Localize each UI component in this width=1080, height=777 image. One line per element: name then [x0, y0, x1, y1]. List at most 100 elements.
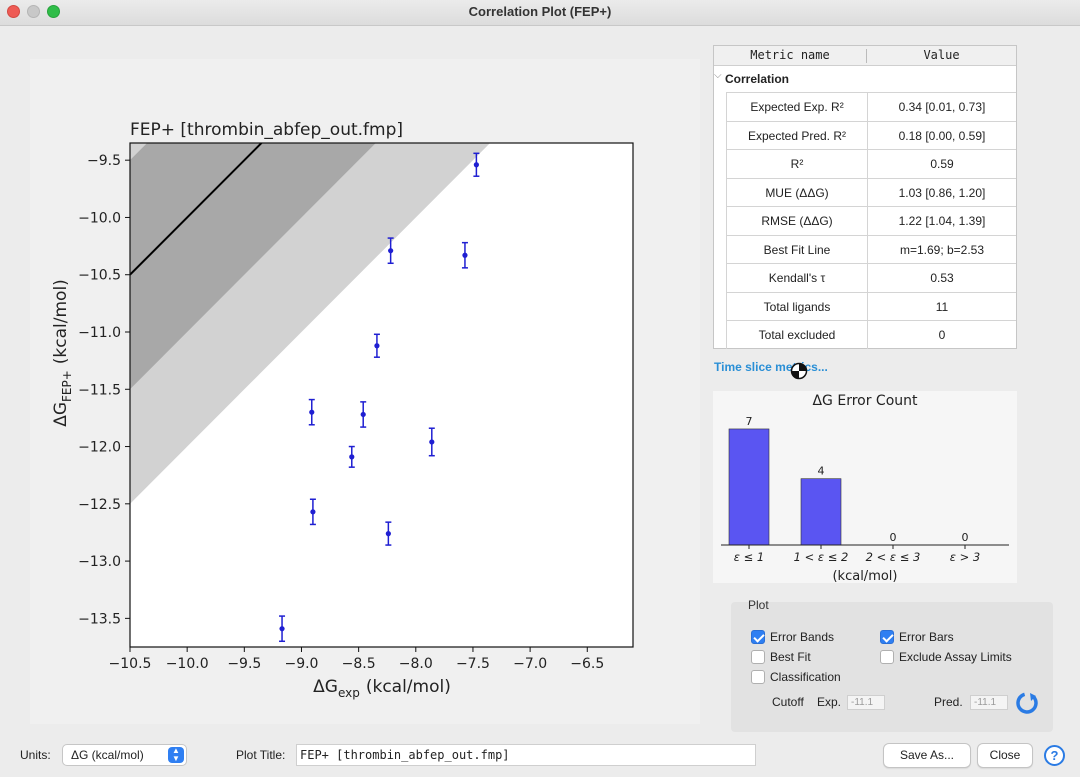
- units-selected-value: ΔG (kcal/mol): [71, 748, 144, 762]
- data-point: [360, 411, 366, 418]
- x-tick-label: −7.0: [513, 656, 547, 672]
- chevron-down-icon[interactable]: ⌵: [714, 70, 722, 81]
- x-tick-label: −10.0: [166, 656, 209, 672]
- x-tick-label: −10.5: [109, 656, 152, 672]
- histogram-bar: [800, 478, 842, 546]
- plot-options-title: Plot: [748, 598, 769, 612]
- error-count-histogram-panel: ΔG Error Count 7 ε ≤ 1 4 1 < ε ≤ 2 0 2 < ε ≤ …: [713, 391, 1017, 584]
- histogram-category-label: 2 < ε ≤ 3: [866, 550, 921, 564]
- data-point: [309, 409, 315, 415]
- data-point: [462, 252, 468, 258]
- metric-row[interactable]: Total ligands 11: [726, 291, 1016, 321]
- metrics-table: Metric name Value ⌵ Correlation Expected…: [713, 45, 1017, 349]
- error-bands-label: Error Bands: [770, 630, 835, 644]
- window-title: Correlation Plot (FEP+): [468, 4, 612, 19]
- column-header-metric-name[interactable]: Metric name: [714, 48, 866, 62]
- select-arrows-icon[interactable]: ▲ ▼: [168, 747, 184, 763]
- histogram-x-label: (kcal/mol): [832, 569, 897, 583]
- checkbox-checked-icon[interactable]: [880, 630, 894, 644]
- correlation-plot-panel: −10.5 −10.0 −9.5 −9.0 −8.5 −8.0 −7.5 −7.0 −6.5 −9…: [30, 59, 700, 724]
- data-point: [349, 454, 355, 460]
- units-label: Units:: [20, 748, 51, 762]
- metric-name-cell: R²: [726, 150, 868, 178]
- metric-row[interactable]: Expected Exp. R² 0.34 [0.01, 0.73]: [726, 92, 1016, 121]
- units-select[interactable]: ΔG (kcal/mol) ▲ ▼: [62, 744, 187, 766]
- metric-row[interactable]: RMSE (ΔΔG) 1.22 [1.04, 1.39]: [726, 206, 1016, 235]
- checkbox-unchecked-icon[interactable]: [751, 650, 765, 664]
- column-header-value[interactable]: Value: [867, 48, 1016, 62]
- metric-name-cell: Expected Exp. R²: [726, 93, 868, 121]
- exclude-assay-limits-label: Exclude Assay Limits: [899, 650, 1012, 664]
- plot-options-group: [731, 602, 1053, 732]
- metric-name-cell: Total excluded: [726, 321, 868, 349]
- cutoff-label: Cutoff: [772, 695, 804, 709]
- metric-name-cell: Total ligands: [726, 292, 868, 321]
- metric-row[interactable]: R² 0.59: [726, 149, 1016, 178]
- cutoff-pred-label: Pred.: [934, 695, 963, 709]
- metrics-group-label: Correlation: [725, 72, 790, 86]
- chart-title: FEP+ [thrombin_abfep_out.fmp]: [130, 120, 403, 140]
- y-tick-label: −13.5: [78, 611, 121, 627]
- histogram-bar-value: 0: [962, 531, 969, 544]
- cutoff-pred-input[interactable]: [970, 695, 1008, 710]
- data-point: [473, 162, 479, 168]
- histogram-category-label: ε > 3: [950, 550, 980, 564]
- correlation-scatter-chart: −10.5 −10.0 −9.5 −9.0 −8.5 −8.0 −7.5 −7.0 −6.5 −9…: [51, 120, 634, 700]
- metric-row[interactable]: MUE (ΔΔG) 1.03 [0.86, 1.20]: [726, 177, 1016, 207]
- metrics-table-header: Metric name Value: [714, 46, 1016, 66]
- x-axis-label: ΔGexp (kcal/mol): [313, 677, 451, 700]
- x-tick-label: −9.5: [227, 656, 261, 672]
- data-point: [374, 343, 380, 349]
- metrics-group-correlation[interactable]: ⌵ Correlation: [714, 68, 1016, 90]
- best-fit-label: Best Fit: [770, 650, 811, 664]
- metric-name-cell: MUE (ΔΔG): [726, 178, 868, 207]
- metric-row[interactable]: Kendall's τ 0.53: [726, 263, 1016, 292]
- x-tick-label: −9.0: [284, 656, 318, 672]
- data-point: [385, 531, 391, 537]
- metric-value-cell: m=1.69; b=2.53: [899, 242, 985, 257]
- metric-row[interactable]: Best Fit Line m=1.69; b=2.53: [726, 234, 1016, 264]
- histogram-title: ΔG Error Count: [812, 393, 918, 409]
- error-count-histogram: ΔG Error Count 7 ε ≤ 1 4 1 < ε ≤ 2 0 2 < ε ≤ …: [721, 393, 1009, 584]
- x-tick-label: −8.0: [399, 656, 433, 672]
- histogram-bar-value: 4: [818, 465, 825, 478]
- histogram-category-label: 1 < ε ≤ 2: [794, 550, 849, 564]
- y-tick-label: −13.0: [78, 554, 121, 570]
- plot-title-input[interactable]: [296, 744, 756, 766]
- metric-name-cell: Kendall's τ: [726, 264, 868, 292]
- checkbox-unchecked-icon[interactable]: [751, 670, 765, 684]
- cutoff-exp-input[interactable]: [847, 695, 885, 710]
- x-tick-label: −8.5: [342, 656, 376, 672]
- y-tick-label: −9.5: [87, 153, 121, 169]
- metric-value-cell: 1.22 [1.04, 1.39]: [898, 214, 986, 228]
- busy-cursor-icon: [790, 362, 808, 380]
- save-as-button[interactable]: Save As...: [883, 743, 971, 768]
- histogram-category-label: ε ≤ 1: [734, 550, 764, 564]
- y-axis-label: ΔGFEP+(kcal/mol): [51, 279, 74, 427]
- data-point: [279, 626, 285, 632]
- cutoff-exp-label: Exp.: [817, 695, 842, 709]
- metric-row[interactable]: Total excluded 0: [726, 320, 1016, 349]
- y-tick-label: −11.5: [78, 382, 121, 398]
- classification-label: Classification: [770, 670, 841, 684]
- histogram-bar-value: 7: [746, 415, 753, 428]
- title-bar: Correlation Plot (FEP+): [0, 0, 1080, 26]
- data-point: [310, 509, 316, 515]
- help-icon[interactable]: ?: [1044, 745, 1065, 766]
- y-tick-label: −12.5: [78, 497, 121, 513]
- metric-name-cell: Expected Pred. R²: [726, 121, 868, 150]
- time-slice-metrics-link[interactable]: Time slice metrics...: [714, 360, 828, 374]
- histogram-bar: [728, 428, 770, 546]
- metric-value-cell: 1.03 [0.86, 1.20]: [898, 185, 986, 200]
- refresh-icon[interactable]: [1016, 692, 1038, 714]
- x-tick-label: −7.5: [456, 656, 490, 672]
- metric-row[interactable]: Expected Pred. R² 0.18 [0.00, 0.59]: [726, 120, 1016, 150]
- checkbox-unchecked-icon[interactable]: [880, 650, 894, 664]
- data-point: [429, 439, 435, 445]
- metric-name-cell: RMSE (ΔΔG): [726, 207, 868, 235]
- plot-title-label: Plot Title:: [236, 748, 286, 762]
- x-tick-label: −6.5: [570, 656, 604, 672]
- close-button[interactable]: Close: [977, 743, 1033, 768]
- y-tick-label: −10.5: [78, 268, 121, 284]
- checkbox-checked-icon[interactable]: [751, 630, 765, 644]
